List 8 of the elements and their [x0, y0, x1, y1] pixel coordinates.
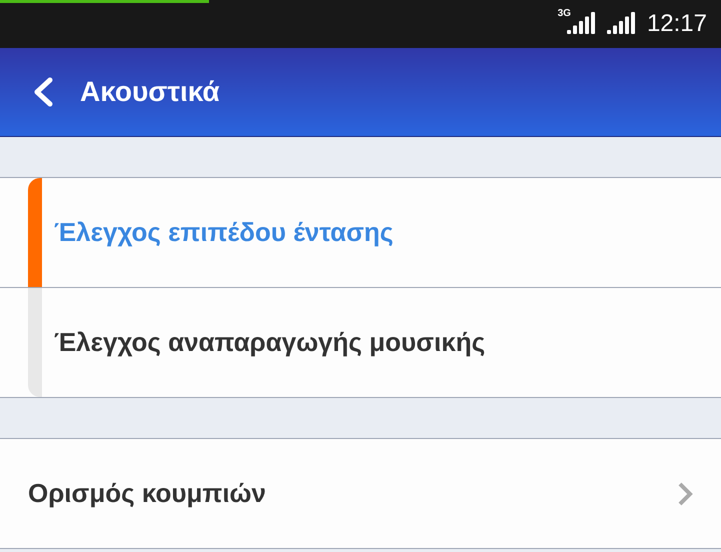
chevron-icon: [677, 480, 693, 506]
setting-label[interactable]: Ορισμός κουμπιών: [28, 478, 266, 509]
option-label[interactable]: Έλεγχος επιπέδου έντασης: [42, 217, 394, 248]
screen-title: Ακουστικά: [80, 76, 220, 108]
network-type: 3G: [558, 8, 571, 19]
signal-icon: [606, 12, 637, 36]
option-label[interactable]: Έλεγχος αναπαραγωγής μουσικής: [42, 327, 486, 358]
clock: 12:17: [646, 10, 707, 38]
